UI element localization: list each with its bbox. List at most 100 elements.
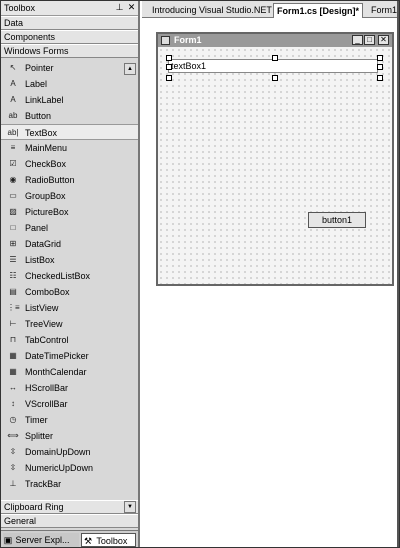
numericupdown-icon: ⇳ — [9, 463, 17, 472]
toolbox-item-checkbox[interactable]: ☑ CheckBox — [1, 156, 138, 172]
toolbox-item-pointer[interactable]: ↖ Pointer — [1, 60, 138, 76]
mainmenu-icon: ≡ — [10, 143, 16, 152]
toolbox-item-button[interactable]: ab Button — [1, 108, 138, 124]
toolbox-item-label: TabControl — [25, 335, 69, 345]
toolbox-title: Toolbox — [4, 3, 36, 13]
domainupdown-icon: ⇳ — [9, 447, 17, 456]
toolbox-item-label: RadioButton — [25, 175, 75, 185]
design-surface[interactable]: Form1 _ □ ✕ textBox1 button1 — [142, 18, 399, 547]
tab-introducing-vs[interactable]: Introducing Visual Studio.NET — [152, 3, 272, 17]
editor-area: Introducing Visual Studio.NET Form1.cs [… — [142, 1, 399, 547]
toolbox-item-label: MonthCalendar — [25, 367, 87, 377]
form-close-button[interactable]: ✕ — [378, 35, 389, 45]
toolbox-item-label: Label — [25, 79, 48, 89]
toolbox-item-hscrollbar[interactable]: ↔ HScrollBar — [1, 380, 138, 396]
category-components[interactable]: Components — [1, 30, 138, 44]
form-client-area[interactable]: textBox1 button1 — [158, 47, 392, 284]
minimize-button[interactable]: _ — [352, 35, 363, 45]
close-icon[interactable]: ✕ — [126, 2, 137, 13]
checkbox-icon: ☑ — [9, 159, 17, 168]
form-title: Form1 — [174, 35, 202, 45]
toolbox-item-treeview[interactable]: ⊢ TreeView — [1, 316, 138, 332]
toolbox-item-vscrollbar[interactable]: ↕ VScrollBar — [1, 396, 138, 412]
toolbox-item-label: DateTimePicker — [25, 351, 89, 361]
resize-handle[interactable] — [166, 64, 172, 70]
toolbox-item-combobox[interactable]: ▤ ComboBox — [1, 284, 138, 300]
toolbox-item-picturebox[interactable]: ▨ PictureBox — [1, 204, 138, 220]
toolbox-item-label: Timer — [25, 415, 48, 425]
document-tabs: Introducing Visual Studio.NET Form1.cs [… — [142, 1, 399, 18]
toolbox-item-splitter[interactable]: ⟺ Splitter — [1, 428, 138, 444]
toolbox-item-label: MainMenu — [25, 143, 68, 153]
resize-handle[interactable] — [377, 64, 383, 70]
toolbox-categories-top: Data Components Windows Forms — [1, 16, 138, 58]
toolbox-item-label: TrackBar — [25, 479, 62, 489]
form-icon — [161, 36, 170, 45]
form1-window[interactable]: Form1 _ □ ✕ textBox1 button1 — [156, 32, 394, 286]
hscrollbar-icon: ↔ — [9, 383, 17, 392]
button1[interactable]: button1 — [308, 212, 366, 228]
toolbox-item-numericupdown[interactable]: ⇳ NumericUpDown — [1, 460, 138, 476]
toolbox-item-radiobutton[interactable]: ◉ RadioButton — [1, 172, 138, 188]
toolbox-item-label: CheckedListBox — [25, 271, 91, 281]
resize-handle[interactable] — [166, 75, 172, 81]
tab-form1-code[interactable]: Form1. — [371, 3, 399, 17]
tab-form1-design[interactable]: Form1.cs [Design]* — [273, 3, 364, 18]
treeview-icon: ⊢ — [9, 319, 17, 328]
toolbox-item-datetimepicker[interactable]: ▦ DateTimePicker — [1, 348, 138, 364]
tab-toolbox[interactable]: ⚒ Toolbox — [81, 533, 136, 547]
toolbox-item-label: GroupBox — [25, 191, 66, 201]
tab-server-explorer[interactable]: ▣ Server Expl... — [3, 533, 79, 547]
panel-icon: □ — [10, 223, 16, 232]
monthcalendar-icon: ▦ — [9, 367, 17, 376]
toolbox-item-label: ListView — [25, 303, 59, 313]
category-clipboard-ring[interactable]: Clipboard Ring ▼ — [1, 500, 138, 514]
category-data[interactable]: Data — [1, 16, 138, 30]
resize-handle[interactable] — [377, 75, 383, 81]
toolbox-item-label: DomainUpDown — [25, 447, 91, 457]
linklabel-icon: A — [10, 95, 16, 104]
checkedlistbox-icon: ☷ — [9, 271, 17, 280]
toolbox-item-groupbox[interactable]: ▭ GroupBox — [1, 188, 138, 204]
toolbox-item-label: VScrollBar — [25, 399, 68, 409]
resize-handle[interactable] — [166, 55, 172, 61]
textbox1[interactable]: textBox1 — [168, 59, 378, 73]
toolbox-item-label: Button — [25, 111, 52, 121]
toolbox-item-label[interactable]: A Label — [1, 76, 138, 92]
resize-handle[interactable] — [377, 55, 383, 61]
resize-handle[interactable] — [272, 75, 278, 81]
toolbox-item-panel[interactable]: □ Panel — [1, 220, 138, 236]
resize-handle[interactable] — [272, 55, 278, 61]
maximize-button[interactable]: □ — [364, 35, 375, 45]
toolbox-item-datagrid[interactable]: ⊞ DataGrid — [1, 236, 138, 252]
toolbox-item-label: Splitter — [25, 431, 54, 441]
tabcontrol-icon: ⊓ — [9, 335, 17, 344]
toolbox-item-timer[interactable]: ◷ Timer — [1, 412, 138, 428]
toolbox-item-label: Pointer — [25, 63, 54, 73]
toolbox-item-checkedlistbox[interactable]: ☷ CheckedListBox — [1, 268, 138, 284]
button-icon: ab — [8, 111, 18, 120]
category-windows-forms[interactable]: Windows Forms — [1, 44, 138, 58]
tools-icon: ⚒ — [83, 536, 93, 546]
toolbox-item-domainupdown[interactable]: ⇳ DomainUpDown — [1, 444, 138, 460]
scroll-down-icon[interactable]: ▼ — [124, 501, 136, 513]
toolbox-item-linklabel[interactable]: A LinkLabel — [1, 92, 138, 108]
toolbox-item-mainmenu[interactable]: ≡ MainMenu — [1, 140, 138, 156]
toolbox-item-listview[interactable]: ⋮≡ ListView — [1, 300, 138, 316]
toolbox-panel: Toolbox ⊥ ✕ Data Components Windows Forms … — [1, 1, 140, 547]
category-general[interactable]: General — [1, 514, 138, 528]
toolbox-title-bar: Toolbox ⊥ ✕ — [1, 1, 138, 16]
toolbox-item-textbox[interactable]: ab| TextBox — [1, 124, 138, 140]
toolbox-bottom-tabs: ▣ Server Expl... ⚒ Toolbox — [1, 530, 138, 547]
toolbox-item-label: HScrollBar — [25, 383, 69, 393]
right-border — [397, 1, 399, 547]
toolbox-item-trackbar[interactable]: ⊥ TrackBar — [1, 476, 138, 492]
pin-icon[interactable]: ⊥ — [114, 2, 125, 13]
scroll-up-icon[interactable]: ▲ — [124, 63, 136, 75]
toolbox-item-label: TextBox — [25, 128, 58, 138]
toolbox-item-listbox[interactable]: ☰ ListBox — [1, 252, 138, 268]
toolbox-item-tabcontrol[interactable]: ⊓ TabControl — [1, 332, 138, 348]
form-title-bar[interactable]: Form1 _ □ ✕ — [158, 34, 392, 47]
groupbox-icon: ▭ — [9, 191, 17, 200]
toolbox-item-monthcalendar[interactable]: ▦ MonthCalendar — [1, 364, 138, 380]
